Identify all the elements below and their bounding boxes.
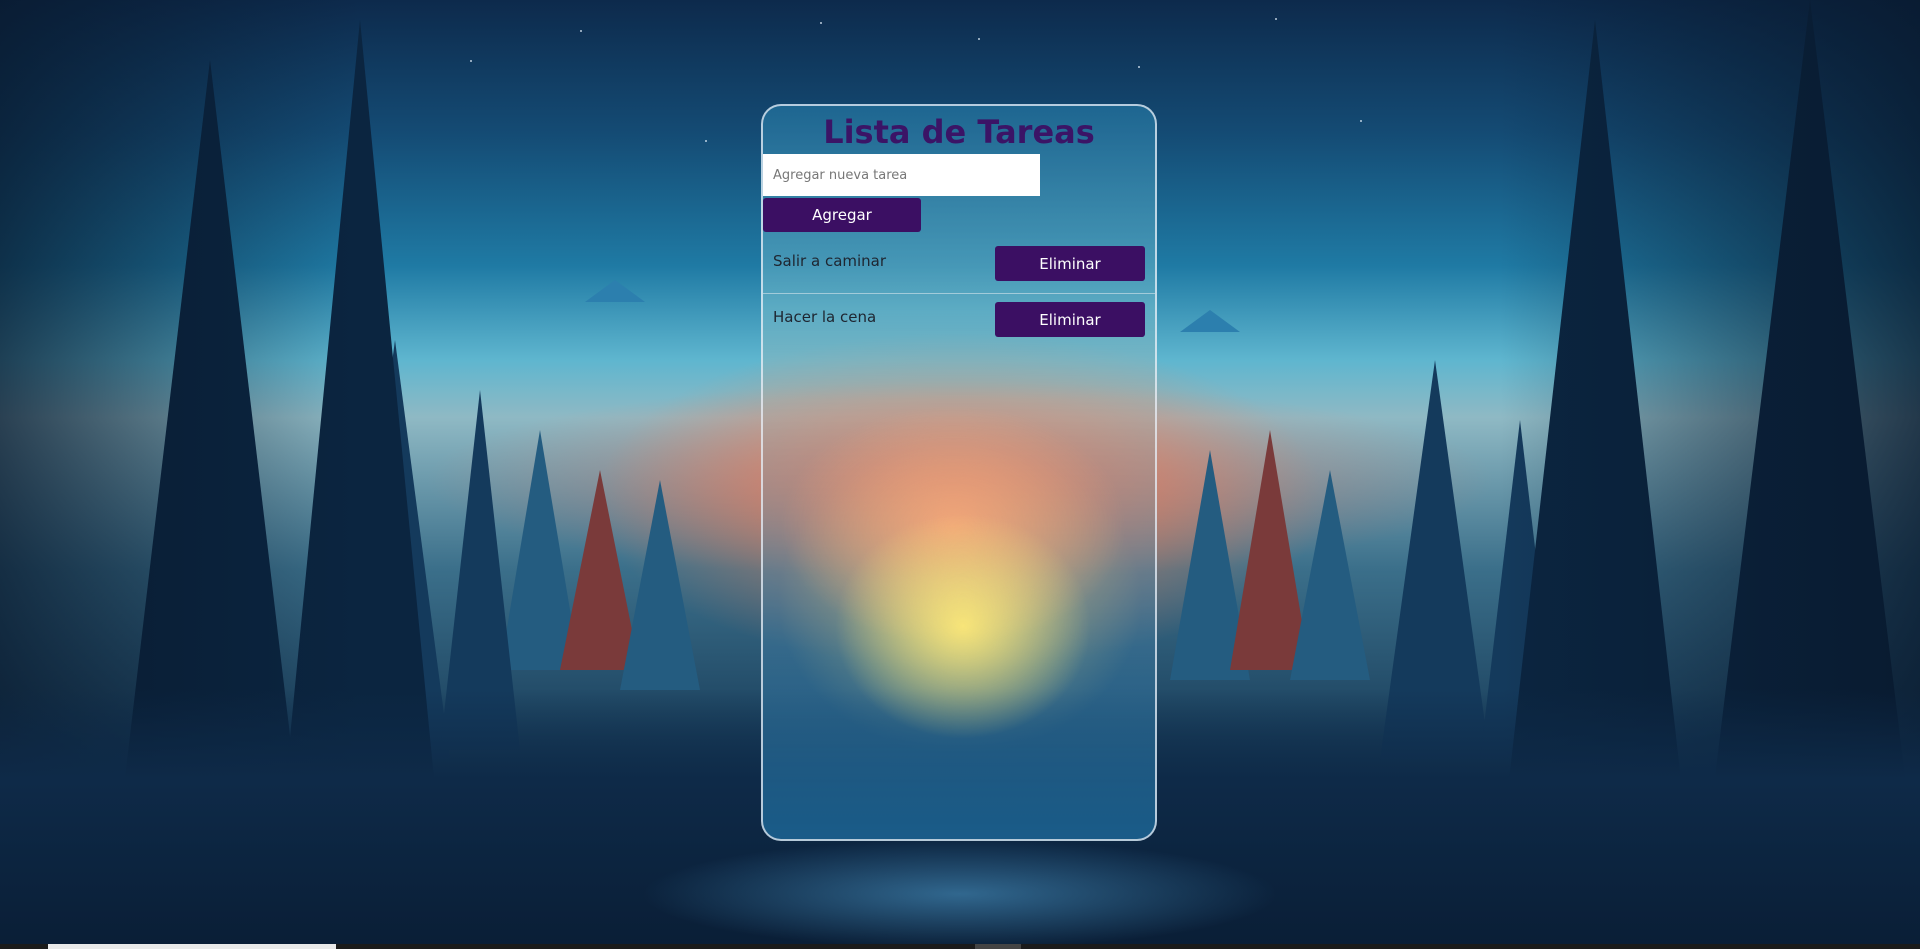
task-item: Hacer la cena Eliminar xyxy=(763,294,1155,350)
star xyxy=(820,22,822,24)
task-text: Hacer la cena xyxy=(773,308,877,326)
star xyxy=(1275,18,1277,20)
page-background: Lista de Tareas Agregar Salir a caminar … xyxy=(0,0,1920,949)
add-task-button[interactable]: Agregar xyxy=(763,198,921,232)
distant-peak xyxy=(585,280,645,302)
star xyxy=(978,38,980,40)
new-task-input[interactable] xyxy=(763,154,1040,196)
star xyxy=(705,140,707,142)
tree xyxy=(620,480,700,690)
river xyxy=(640,839,1280,949)
star xyxy=(1138,66,1140,68)
bottom-bar-thumbnail[interactable] xyxy=(48,944,336,949)
tree xyxy=(1290,470,1370,680)
delete-task-button[interactable]: Eliminar xyxy=(995,302,1145,337)
task-list: Salir a caminar Eliminar Hacer la cena E… xyxy=(763,238,1155,350)
task-text: Salir a caminar xyxy=(773,252,887,270)
star xyxy=(580,30,582,32)
todo-card: Lista de Tareas Agregar Salir a caminar … xyxy=(761,104,1157,841)
page-title: Lista de Tareas xyxy=(823,113,1095,151)
star xyxy=(1360,120,1362,122)
bottom-bar-indicator xyxy=(975,944,1021,949)
star xyxy=(470,60,472,62)
task-item: Salir a caminar Eliminar xyxy=(763,238,1155,294)
delete-task-button[interactable]: Eliminar xyxy=(995,246,1145,281)
distant-peak xyxy=(1180,310,1240,332)
